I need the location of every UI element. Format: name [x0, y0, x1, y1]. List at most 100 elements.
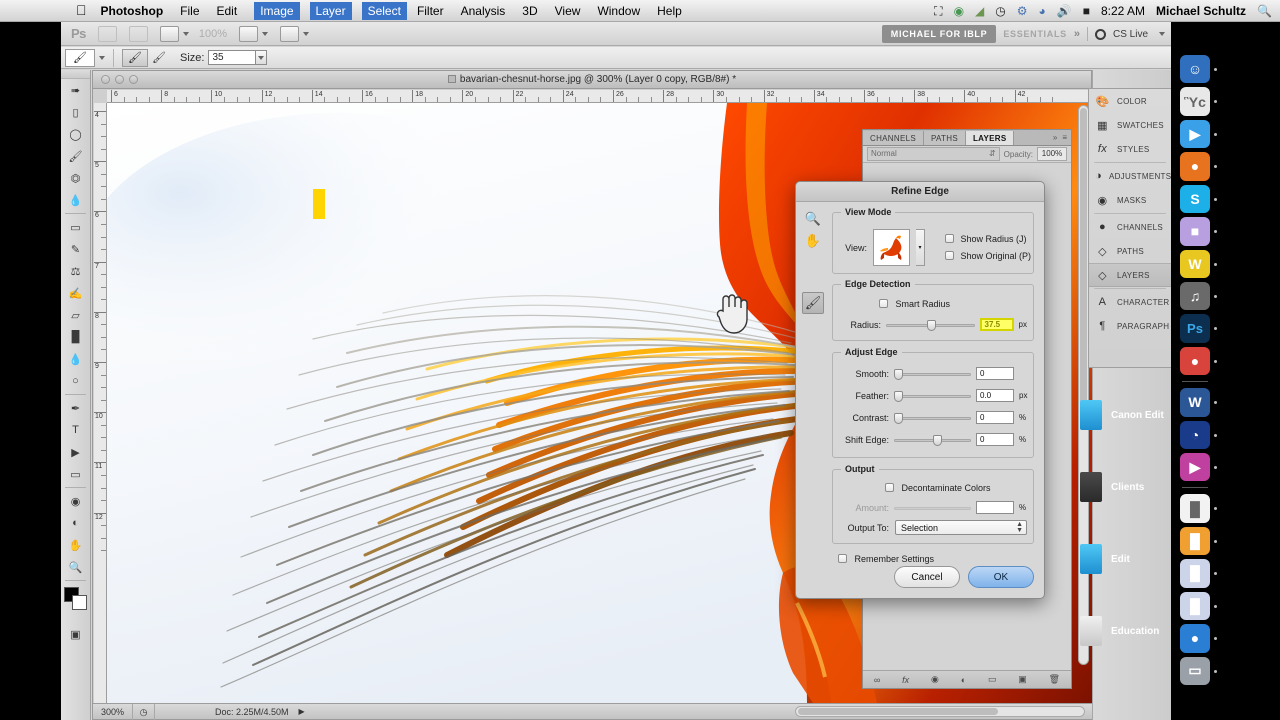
decontaminate-row[interactable]: Decontaminate Colors — [885, 483, 991, 493]
arrange-documents-icon[interactable] — [280, 25, 300, 42]
radius-input[interactable]: 37.5 — [979, 318, 1014, 331]
collapse-panel-icon[interactable]: » — [1053, 133, 1057, 142]
lasso-tool[interactable]: ◯ — [61, 123, 90, 145]
panel-item-paragraph[interactable]: ¶ PARAGRAPH — [1089, 314, 1171, 338]
contrast-slider-knob[interactable] — [894, 412, 903, 424]
screen-recorder-icon[interactable]: ⛶ — [934, 4, 942, 19]
ok-button[interactable]: OK — [968, 566, 1034, 588]
imovie-icon[interactable]: ▶ — [1180, 453, 1217, 482]
adjustment-layer-icon[interactable]: ◐ — [961, 675, 966, 685]
link-layers-icon[interactable]: ∞ — [874, 675, 880, 685]
card-2-icon[interactable]: █ — [1180, 591, 1217, 621]
gradient-tool[interactable]: █ — [61, 326, 90, 348]
bridge-icon[interactable] — [97, 25, 117, 42]
desktop-folder-education[interactable]: Education — [1080, 616, 1159, 646]
battery-icon[interactable]: ■ — [1083, 4, 1090, 18]
evernote-icon[interactable]: ◢ — [975, 4, 984, 18]
smooth-slider-knob[interactable] — [894, 368, 903, 380]
history-brush-tool[interactable]: ✍ — [61, 282, 90, 304]
finder-icon[interactable]: ☺ — [1180, 55, 1217, 84]
mini-bridge-icon[interactable] — [128, 25, 148, 42]
globe-icon[interactable]: ● — [1180, 624, 1217, 653]
cs-live-icon[interactable] — [1094, 28, 1106, 40]
skype-icon[interactable]: S — [1180, 184, 1217, 214]
tab-channels[interactable]: CHANNELS — [863, 131, 924, 145]
show-original-row[interactable]: Show Original (P) — [945, 251, 1031, 261]
zoom-tool-icon[interactable]: 🔍 — [802, 208, 824, 230]
card-1-icon[interactable]: █ — [1180, 559, 1217, 588]
shift-edge-slider-knob[interactable] — [932, 434, 942, 446]
show-radius-checkbox[interactable] — [945, 234, 954, 243]
view-mode-chevron-icon[interactable]: ▾ — [916, 229, 925, 266]
eraser-tool[interactable]: ▱ — [61, 304, 90, 326]
dodge-tool[interactable]: ○ — [61, 370, 90, 392]
shift-edge-slider[interactable] — [894, 434, 971, 446]
output-to-select[interactable]: Selection ▲ ▼ — [895, 520, 1027, 535]
dj-app-icon[interactable]: ♫ — [1180, 281, 1217, 311]
status-preview-icon[interactable]: ◷ — [133, 703, 155, 720]
desktop-folder-clients[interactable]: Clients — [1080, 472, 1144, 502]
3d-rotate-tool[interactable]: ◉ — [61, 490, 90, 512]
panel-item-character[interactable]: A CHARACTER — [1089, 290, 1171, 314]
blend-mode-select[interactable]: Normal ⇵ — [867, 147, 1000, 161]
cs-live-chevron-icon[interactable] — [1159, 32, 1165, 36]
menu-photoshop[interactable]: Photoshop — [101, 4, 164, 18]
menubar-clock[interactable]: 8:22 AM — [1101, 4, 1145, 18]
menu-window[interactable]: Window — [597, 4, 640, 18]
remember-settings-row[interactable]: Remember Settings — [838, 554, 934, 564]
desktop-folder-canon-edit[interactable]: Canon Edit — [1080, 400, 1164, 430]
remember-settings-checkbox[interactable] — [838, 554, 847, 563]
workspace-more-icon[interactable]: » — [1074, 28, 1080, 40]
quick-selection-tool[interactable]: 🖌 — [61, 145, 90, 167]
show-original-checkbox[interactable] — [945, 251, 954, 260]
trash-icon[interactable]: ▭ — [1180, 656, 1217, 685]
smooth-slider[interactable] — [894, 368, 971, 380]
tool-preset-picker[interactable]: 🖌 — [65, 48, 95, 67]
decontaminate-colors-checkbox[interactable] — [885, 483, 894, 492]
hand-tool[interactable]: ✋ — [61, 534, 90, 556]
3d-orbit-tool[interactable]: ◐ — [61, 512, 90, 534]
clock-icon[interactable]: ◷ — [995, 4, 1005, 18]
panel-item-paths[interactable]: ◇ PATHS — [1089, 239, 1171, 263]
bluetooth-icon[interactable]: ⚙ — [1017, 4, 1028, 18]
foreground-background-color-swatch[interactable] — [63, 587, 88, 611]
archive-icon[interactable]: █ — [1180, 526, 1217, 556]
quick-mask-toggle[interactable]: ▣ — [61, 623, 90, 645]
menubar-username[interactable]: Michael Schultz — [1156, 4, 1246, 18]
add-style-fx-icon[interactable]: fx — [902, 675, 909, 685]
menu-analysis[interactable]: Analysis — [461, 4, 506, 18]
type-tool[interactable]: T — [61, 419, 90, 441]
horizontal-ruler[interactable]: 6 8 10 12 14 16 18 20 22 24 26 28 30 32 34 36 38 40 42 — [107, 90, 1092, 103]
opacity-input[interactable]: 100% — [1037, 147, 1067, 161]
cs-live-label[interactable]: CS Live — [1113, 29, 1148, 40]
panel-item-color[interactable]: 🎨 COLOR — [1089, 89, 1171, 113]
workspace-essentials[interactable]: ESSENTIALS — [1003, 29, 1067, 39]
cancel-button[interactable]: Cancel — [894, 566, 960, 588]
delete-layer-icon[interactable]: 🗑 — [1049, 674, 1060, 685]
menu-filter[interactable]: Filter — [417, 4, 444, 18]
refine-radius-brush-icon[interactable]: 🖌 — [802, 292, 824, 314]
path-selection-tool[interactable]: ▶ — [61, 441, 90, 463]
close-button[interactable] — [101, 75, 110, 84]
feather-slider[interactable] — [894, 390, 971, 402]
firefox-icon[interactable]: ● — [1180, 152, 1217, 181]
panel-menu-icon[interactable]: ≡ — [1062, 133, 1067, 142]
status-more-icon[interactable]: ▶ — [299, 707, 305, 716]
new-layer-icon[interactable]: ▣ — [1018, 674, 1027, 685]
brush-size-input[interactable]: 35 — [208, 50, 257, 65]
refine-radius-tool-button[interactable]: 🖌 — [122, 48, 148, 67]
radius-slider[interactable] — [886, 319, 975, 331]
view-extras-icon[interactable] — [159, 25, 179, 42]
spot-healing-tool[interactable]: ▭ — [61, 216, 90, 238]
panel-item-layers[interactable]: ◇ LAYERS — [1089, 263, 1171, 287]
shape-tool[interactable]: ▭ — [61, 463, 90, 485]
new-group-icon[interactable]: ▭ — [988, 674, 997, 685]
blur-tool[interactable]: 💧 — [61, 348, 90, 370]
move-tool[interactable]: ➠ — [61, 79, 90, 101]
panel-item-swatches[interactable]: ▦ SWATCHES — [1089, 113, 1171, 137]
spotlight-search-icon[interactable]: 🔍 — [1257, 4, 1272, 18]
screen-mode-icon[interactable] — [239, 25, 259, 42]
toolbox-grip[interactable] — [61, 70, 90, 79]
document-titlebar[interactable]: bavarian-chesnut-horse.jpg @ 300% (Layer… — [93, 71, 1091, 89]
preview-icon[interactable]: Ὓc — [1180, 87, 1217, 116]
